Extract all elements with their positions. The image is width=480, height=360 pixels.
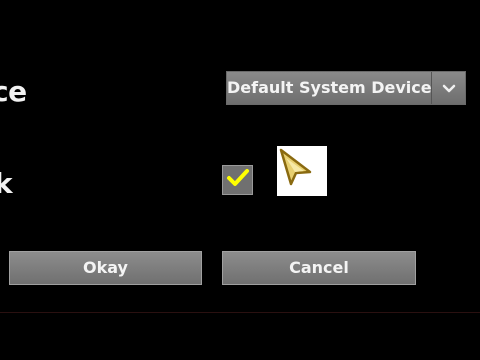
device-label: ce <box>0 75 27 108</box>
chevron-down-icon <box>442 79 456 98</box>
lock-checkbox[interactable] <box>222 165 253 195</box>
arrow-cursor-icon <box>277 148 327 200</box>
divider <box>0 312 480 313</box>
device-dropdown-value[interactable]: Default System Device <box>227 72 432 104</box>
cancel-button[interactable]: Cancel <box>222 251 416 285</box>
device-dropdown[interactable]: Default System Device <box>226 71 466 105</box>
dropdown-toggle-button[interactable] <box>432 72 465 104</box>
okay-button[interactable]: Okay <box>9 251 202 285</box>
lock-label: k <box>0 167 13 200</box>
cursor-preview <box>277 146 327 196</box>
checkmark-icon <box>226 168 250 192</box>
